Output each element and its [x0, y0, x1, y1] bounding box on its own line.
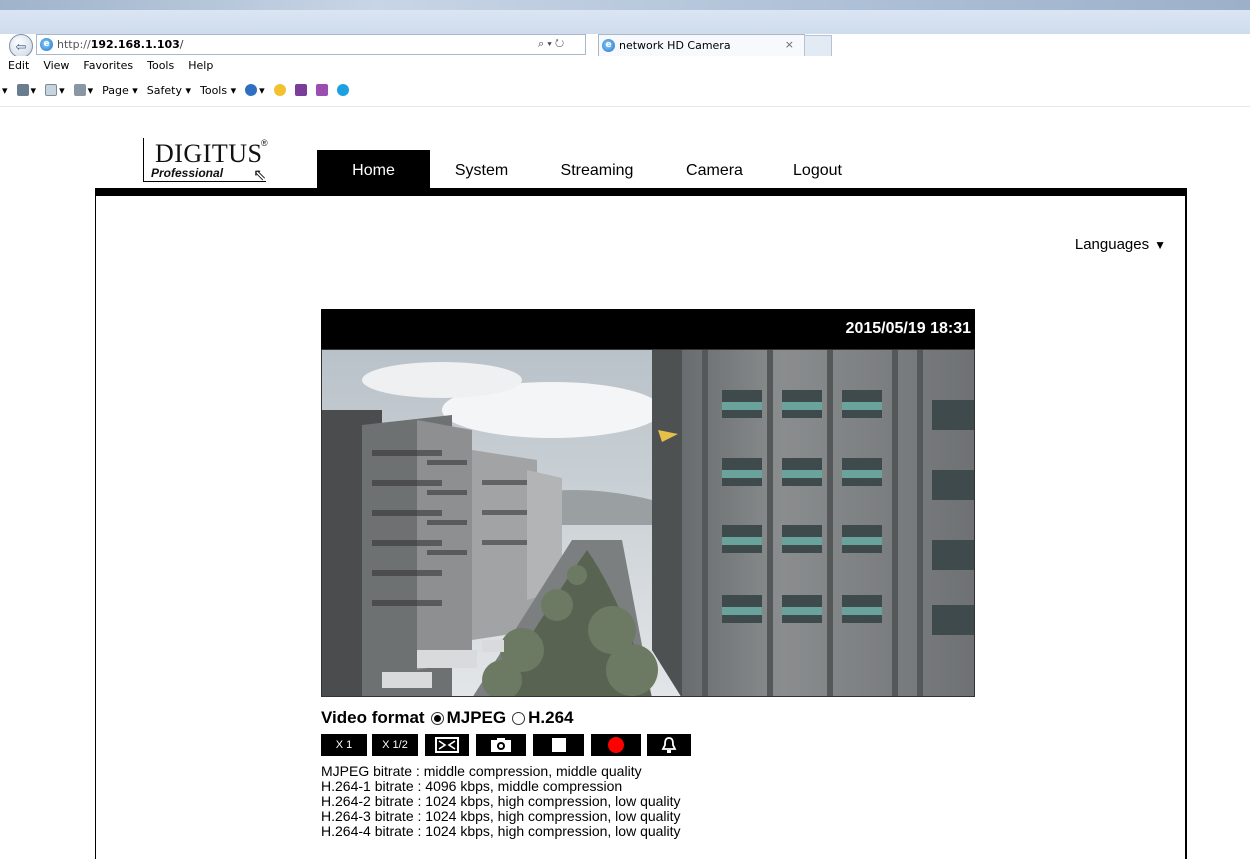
zoom-half-button[interactable]: X 1/2	[372, 734, 418, 756]
video-format-selector: Video format MJPEG H.264	[321, 708, 574, 728]
skype-icon	[336, 84, 349, 96]
chrome-separator	[0, 106, 1250, 107]
tab-system[interactable]: System	[434, 150, 529, 188]
bell-icon	[661, 737, 677, 753]
bitrate-info: MJPEG bitrate : middle compression, midd…	[321, 764, 681, 839]
logo-registered-mark: ®	[261, 138, 268, 148]
languages-label: Languages	[1074, 236, 1150, 253]
tab-logout[interactable]: Logout	[772, 150, 863, 188]
cursor-icon: ⇖	[253, 167, 267, 184]
address-bar[interactable]: e http://192.168.1.103/	[36, 34, 586, 55]
fullscreen-button[interactable]	[425, 734, 469, 756]
record-button[interactable]	[591, 734, 641, 756]
video-timestamp: 2015/05/19 18:31	[845, 320, 971, 337]
record-icon	[608, 737, 624, 753]
menu-view[interactable]: View	[43, 59, 69, 72]
h264-radio[interactable]	[512, 711, 526, 725]
stop-icon	[551, 738, 566, 752]
print-button[interactable]: ▾	[73, 84, 93, 97]
menu-help[interactable]: Help	[188, 59, 213, 72]
alarm-button[interactable]	[647, 734, 691, 756]
onenote-icon	[294, 84, 307, 96]
onenote-icon	[315, 84, 328, 96]
tab-close-button[interactable]: ×	[785, 38, 794, 51]
url-text: http://192.168.1.103/	[57, 38, 184, 51]
menu-tools[interactable]: Tools	[147, 59, 174, 72]
tab-home[interactable]: Home	[317, 150, 430, 188]
bitrate-h264-4: H.264-4 bitrate : 1024 kbps, high compre…	[321, 823, 681, 839]
safety-menu[interactable]: Safety ▾	[147, 84, 191, 97]
stop-button[interactable]	[533, 734, 584, 756]
addon-icon	[273, 84, 286, 96]
nav-underline	[95, 188, 1187, 196]
live-video-feed[interactable]	[321, 349, 975, 697]
snapshot-button[interactable]	[476, 734, 526, 756]
video-format-label: Video format	[321, 708, 425, 727]
ie-icon: e	[40, 38, 53, 51]
mail-icon	[45, 84, 58, 96]
home-dropdown[interactable]: ▾	[2, 84, 8, 97]
addon-button-3[interactable]	[315, 84, 328, 96]
feeds-button[interactable]: ▾	[16, 84, 36, 97]
bitrate-h264-3: H.264-3 bitrate : 1024 kbps, high compre…	[321, 808, 681, 824]
ie-icon: e	[602, 39, 615, 52]
h264-label: H.264	[528, 708, 574, 727]
mjpeg-label: MJPEG	[446, 708, 507, 727]
addon-button-1[interactable]	[273, 84, 286, 96]
zoom-x1-button[interactable]: X 1	[321, 734, 367, 756]
search-refresh-controls[interactable]: ⌕ ▾ ↻	[538, 35, 590, 54]
tab-title: network HD Camera	[619, 39, 731, 52]
tab-streaming[interactable]: Streaming	[536, 150, 658, 188]
title-bar	[0, 0, 1250, 10]
content-border-left	[95, 196, 96, 859]
bitrate-mjpeg: MJPEG bitrate : middle compression, midd…	[321, 763, 642, 779]
print-icon	[73, 84, 86, 96]
command-bar: ▾ ▾ ▾ ▾ Page ▾ Safety ▾ Tools ▾ ▾	[0, 75, 1250, 105]
page-menu[interactable]: Page ▾	[102, 84, 138, 97]
bitrate-h264-2: H.264-2 bitrate : 1024 kbps, high compre…	[321, 793, 681, 809]
h264-option[interactable]: H.264	[512, 708, 574, 728]
search-refresh-icon[interactable]: ⌕ ▾ ↻	[538, 38, 564, 51]
help-button[interactable]: ▾	[245, 84, 265, 97]
fullscreen-icon	[435, 737, 459, 753]
logo-wordmark: DIGITUS	[155, 139, 263, 168]
menu-favorites[interactable]: Favorites	[83, 59, 133, 72]
addon-button-2[interactable]	[294, 84, 307, 96]
menu-edit[interactable]: Edit	[8, 59, 29, 72]
logo-subtitle: Professional	[151, 166, 224, 180]
digitus-logo: DIGITUS ® Professional ⇖	[143, 138, 279, 186]
menu-bar: Edit View Favorites Tools Help	[0, 56, 1250, 75]
tab-network-hd-camera[interactable]: e network HD Camera ×	[598, 34, 805, 56]
languages-dropdown[interactable]: Languages ▼	[1075, 236, 1166, 253]
feeds-icon	[16, 84, 29, 96]
bitrate-h264-1: H.264-1 bitrate : 4096 kbps, middle comp…	[321, 778, 623, 794]
content-border-right	[1185, 196, 1187, 859]
back-arrow-icon: ⇦	[15, 38, 27, 54]
help-icon	[245, 84, 258, 96]
dropdown-arrow-icon: ▼	[1154, 237, 1166, 252]
camera-view-image	[322, 350, 974, 696]
mail-button[interactable]: ▾	[45, 84, 65, 97]
back-button[interactable]: ⇦	[9, 34, 33, 58]
new-tab-button[interactable]	[804, 35, 832, 56]
tab-camera[interactable]: Camera	[665, 150, 764, 188]
tools-menu[interactable]: Tools ▾	[200, 84, 236, 97]
mjpeg-radio[interactable]	[430, 711, 444, 725]
camera-icon	[491, 738, 511, 752]
skype-button[interactable]	[336, 84, 349, 96]
mjpeg-option[interactable]: MJPEG	[430, 708, 507, 728]
video-header-bar: 2015/05/19 18:31	[321, 309, 975, 349]
